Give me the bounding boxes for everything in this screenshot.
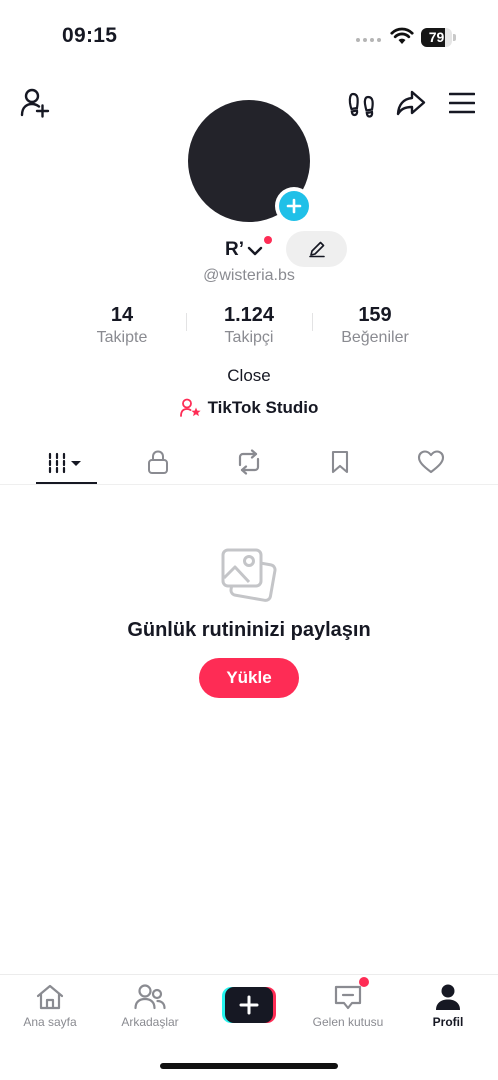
nav-inbox[interactable]: Gelen kutusu: [298, 983, 398, 1029]
hamburger-menu-icon[interactable]: [449, 92, 475, 114]
tab-saved[interactable]: [295, 440, 385, 484]
empty-state-title: Günlük rutininizi paylaşın: [127, 619, 371, 641]
bio-text: Close: [227, 366, 271, 385]
account-switcher[interactable]: R’: [225, 236, 272, 264]
nav-profile[interactable]: Profil: [398, 983, 498, 1029]
lock-icon: [148, 450, 168, 474]
home-indicator: [160, 1063, 338, 1069]
photos-icon: [221, 548, 277, 602]
chevron-down-icon: [247, 246, 263, 256]
following-label: Takipte: [96, 329, 148, 346]
tab-reposts[interactable]: [204, 440, 294, 484]
share-arrow-icon[interactable]: [396, 89, 426, 117]
likes-stat[interactable]: 159 Beğeniler: [310, 304, 440, 347]
plus-icon: [286, 198, 302, 214]
following-count: 14: [110, 304, 134, 326]
heart-icon: [417, 450, 445, 474]
tab-private[interactable]: [113, 440, 203, 484]
content-tabs: [0, 440, 498, 485]
create-button[interactable]: [222, 987, 276, 1023]
tab-liked[interactable]: [386, 440, 476, 484]
edit-profile-button[interactable]: [286, 231, 347, 267]
grid-bars-icon: [48, 452, 81, 474]
username: @wisteria.bs: [203, 267, 295, 284]
cellular-signal-icon: [356, 38, 381, 42]
following-stat[interactable]: 14 Takipte: [57, 304, 187, 347]
nav-friends-label: Arkadaşlar: [121, 1015, 179, 1029]
status-bar: 09:15 79: [0, 0, 498, 60]
likes-count: 159: [358, 304, 392, 326]
active-tab-indicator: [36, 482, 97, 484]
creator-star-icon: [179, 398, 201, 417]
inbox-notification-dot: [359, 977, 369, 987]
upload-button[interactable]: Yükle: [199, 658, 299, 698]
bookmark-icon: [331, 450, 349, 474]
tiktok-studio-label: TikTok Studio: [207, 398, 319, 417]
friends-icon: [134, 984, 166, 1010]
display-name: R’: [225, 239, 244, 260]
followers-stat[interactable]: 1.124 Takipçi: [184, 304, 314, 347]
add-avatar-button[interactable]: [275, 187, 313, 225]
notification-dot: [264, 236, 272, 244]
followers-label: Takipçi: [224, 329, 274, 346]
followers-count: 1.124: [223, 304, 275, 326]
nav-friends[interactable]: Arkadaşlar: [100, 983, 200, 1029]
inbox-icon: [334, 985, 362, 1010]
wifi-icon: [390, 27, 414, 44]
nav-home[interactable]: Ana sayfa: [0, 983, 100, 1029]
nav-home-label: Ana sayfa: [23, 1015, 77, 1029]
pencil-icon: [308, 241, 325, 258]
battery-icon: 79: [421, 28, 457, 47]
status-time: 09:15: [62, 24, 118, 47]
battery-percent: 79: [428, 29, 445, 45]
repost-icon: [238, 449, 260, 475]
tab-videos[interactable]: [21, 440, 111, 484]
tiktok-studio-link[interactable]: TikTok Studio: [0, 398, 498, 418]
nav-profile-label: Profil: [432, 1015, 464, 1029]
person-plus-icon[interactable]: [20, 88, 52, 118]
profile-icon: [436, 984, 460, 1010]
footprints-icon[interactable]: [348, 90, 376, 118]
likes-label: Beğeniler: [341, 329, 409, 346]
plus-icon: [239, 995, 259, 1015]
nav-inbox-label: Gelen kutusu: [312, 1015, 384, 1029]
home-icon: [36, 984, 64, 1010]
